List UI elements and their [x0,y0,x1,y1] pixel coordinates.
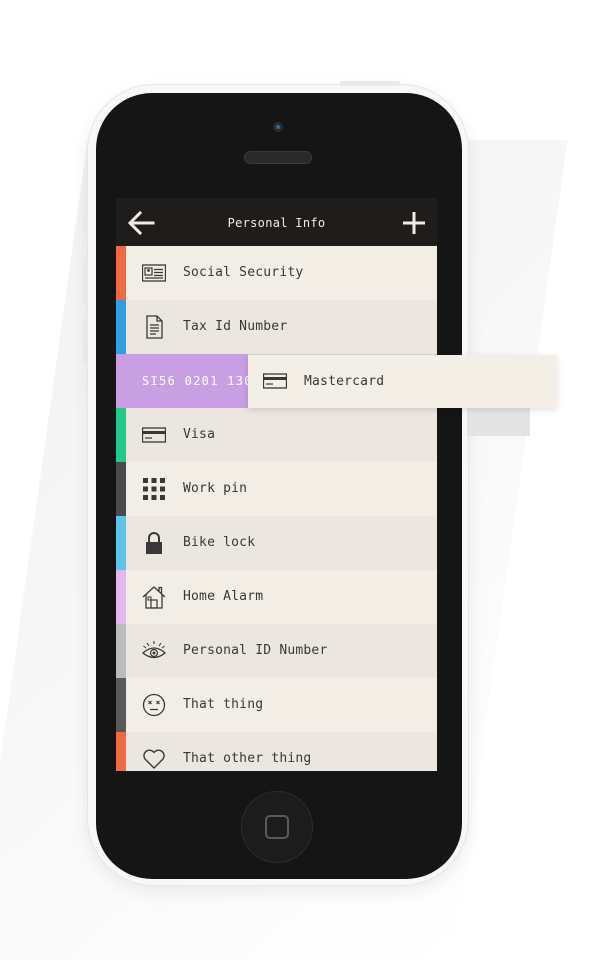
id-card-icon [142,264,166,282]
home-button[interactable] [241,791,313,863]
item-label: Mastercard [304,374,385,389]
item-label: Bike lock [183,535,256,550]
list-item-that-other-thing[interactable]: That other thing [116,732,437,771]
dragging-item-mastercard[interactable]: Mastercard [248,355,557,408]
volume-down-button [83,318,87,364]
document-icon [146,315,163,339]
page-title: Personal Info [227,216,326,230]
drag-shadow [467,407,530,436]
list-item-work-pin[interactable]: Work pin [116,462,437,516]
item-label: Tax Id Number [183,319,288,334]
home-square-icon [265,815,289,839]
item-label: Visa [183,427,216,442]
eye-icon [142,641,166,659]
color-stripe [116,678,126,732]
color-stripe [116,408,126,462]
revealed-card-number[interactable]: SI56 0201 130 [116,354,248,408]
item-label: Personal ID Number [183,643,328,658]
list-item-personal-id[interactable]: Personal ID Number [116,624,437,678]
item-label: That other thing [183,751,312,766]
color-stripe [116,246,126,300]
list-item-that-thing[interactable]: That thing [116,678,437,732]
credit-card-icon [142,427,166,443]
item-label: Home Alarm [183,589,264,604]
color-stripe [116,570,126,624]
list-item-tax-id[interactable]: Tax Id Number [116,300,437,354]
volume-up-button [83,258,87,304]
mute-switch [83,197,87,233]
list-item-home-alarm[interactable]: Home Alarm [116,570,437,624]
item-list: Social Security Tax Id Number Visa Work … [116,246,437,771]
color-stripe [116,624,126,678]
nav-bar: Personal Info [116,198,437,246]
color-stripe [116,516,126,570]
heart-icon [143,749,165,769]
keypad-icon [143,478,165,500]
list-item-visa[interactable]: Visa [116,408,437,462]
add-button[interactable] [401,210,427,236]
house-icon [142,586,166,609]
front-camera [273,122,283,132]
power-button [340,81,400,86]
app-screen: Personal Info Social Security Tax Id Num… [116,198,437,771]
card-number-text: SI56 0201 130 [142,374,248,388]
item-label: That thing [183,697,264,712]
credit-card-icon [263,373,287,389]
color-stripe [116,732,126,771]
color-stripe [116,462,126,516]
item-label: Work pin [183,481,248,496]
list-item-social-security[interactable]: Social Security [116,246,437,300]
list-item-bike-lock[interactable]: Bike lock [116,516,437,570]
color-stripe [116,300,126,354]
dizzy-face-icon [142,693,166,717]
plus-icon [403,212,425,234]
padlock-icon [146,532,162,554]
earpiece-speaker [244,151,312,164]
item-label: Social Security [183,265,304,280]
